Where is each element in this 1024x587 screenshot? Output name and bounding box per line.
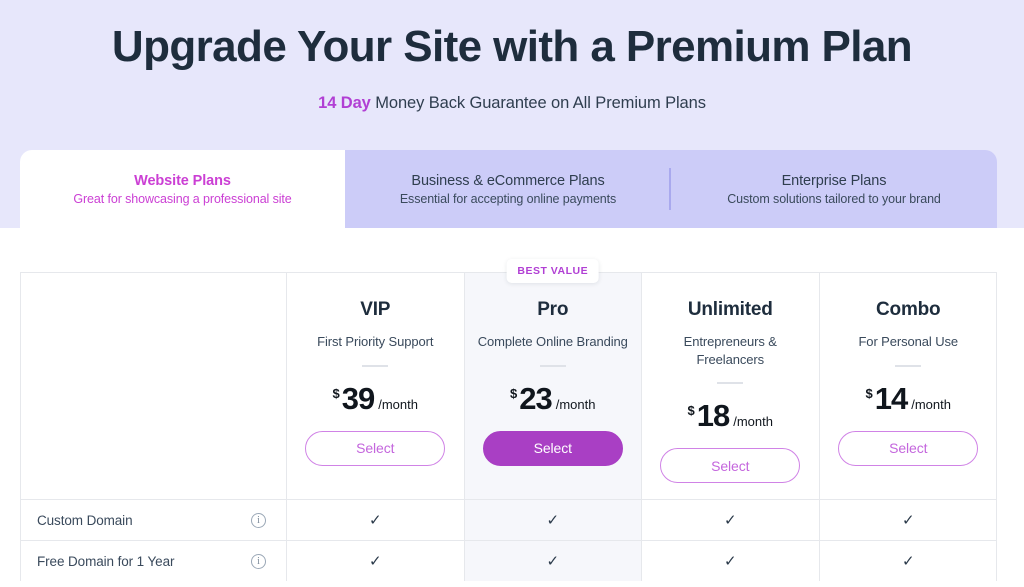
tab-enterprise-plans-title: Enterprise Plans (781, 172, 887, 189)
tab-website-plans-description: Great for showcasing a professional site (73, 191, 292, 206)
plan-category-tabs: Website Plans Great for showcasing a pro… (20, 150, 997, 228)
price-currency: $ (687, 403, 695, 419)
guarantee-subtitle: 14 Day Money Back Guarantee on All Premi… (0, 94, 1024, 113)
plan-description-vip: First Priority Support (317, 334, 434, 349)
check-icon: ✓ (368, 552, 382, 570)
check-icon: ✓ (723, 511, 737, 529)
plan-description-combo: For Personal Use (858, 334, 959, 349)
feature-label-cell: Free Domain for 1 Year i (21, 540, 287, 581)
price-amount: 18 (696, 398, 730, 434)
price-amount: 39 (341, 380, 375, 416)
price-amount: 14 (874, 380, 908, 416)
plan-column-vip: VIP First Priority Support $ 39 /month S… (287, 273, 465, 499)
tab-enterprise-plans-description: Custom solutions tailored to your brand (727, 191, 941, 206)
plan-divider (717, 382, 744, 385)
plan-divider (362, 364, 389, 367)
plan-name-combo: Combo (876, 299, 941, 320)
plan-column-pro: BEST VALUE Pro Complete Online Branding … (464, 259, 642, 499)
feature-name: Free Domain for 1 Year (37, 553, 175, 569)
pricing-table: VIP First Priority Support $ 39 /month S… (20, 259, 998, 581)
tab-enterprise-plans[interactable]: Enterprise Plans Custom solutions tailor… (671, 150, 997, 228)
feature-label-cell: Custom Domain i (21, 499, 287, 540)
feature-value-combo: ✓ (819, 540, 997, 581)
info-icon[interactable]: i (251, 512, 266, 528)
plan-description-unlimited: Entrepreneurs & Freelancers (683, 334, 777, 367)
price-amount: 23 (519, 380, 552, 416)
select-button-vip[interactable]: Select (305, 430, 446, 466)
plan-divider (895, 364, 922, 367)
check-icon: ✓ (901, 552, 915, 570)
feature-name: Custom Domain (37, 512, 133, 528)
tab-business-ecommerce-plans-title: Business & eCommerce Plans (411, 172, 605, 189)
check-icon: ✓ (546, 552, 560, 570)
plan-column-unlimited: Unlimited Entrepreneurs & Freelancers $ … (642, 273, 820, 499)
feature-value-pro: ✓ (464, 499, 642, 540)
price-currency: $ (510, 385, 518, 401)
price-period: /month (911, 396, 951, 412)
tab-website-plans-title: Website Plans (134, 172, 231, 189)
page-title: Upgrade Your Site with a Premium Plan (111, 22, 913, 71)
select-button-pro[interactable]: Select (482, 430, 623, 466)
price-period: /month (555, 396, 596, 412)
plan-price-combo: $ 14 /month (866, 381, 951, 417)
price-period: /month (378, 396, 418, 412)
price-currency: $ (865, 385, 873, 401)
pricing-header-row: VIP First Priority Support $ 39 /month S… (21, 259, 998, 499)
select-button-unlimited[interactable]: Select (660, 448, 801, 484)
feature-value-vip: ✓ (287, 499, 465, 540)
plan-price-pro: $ 23 /month (510, 381, 595, 417)
plan-name-vip: VIP (360, 299, 391, 320)
feature-value-unlimited: ✓ (642, 540, 820, 581)
plan-name-unlimited: Unlimited (687, 299, 773, 320)
feature-value-combo: ✓ (819, 499, 997, 540)
check-icon: ✓ (723, 552, 737, 570)
pricing-table-corner-cell (21, 273, 287, 499)
plan-divider (539, 364, 566, 367)
check-icon: ✓ (546, 511, 560, 529)
plan-description-pro: Complete Online Branding (477, 334, 628, 349)
feature-value-unlimited: ✓ (642, 499, 820, 540)
tab-website-plans[interactable]: Website Plans Great for showcasing a pro… (20, 150, 345, 228)
price-currency: $ (332, 385, 340, 401)
plan-price-unlimited: $ 18 /month (688, 398, 773, 434)
feature-value-pro: ✓ (464, 540, 642, 581)
plan-name-pro: Pro (537, 299, 569, 320)
plan-column-combo: Combo For Personal Use $ 14 /month Selec… (820, 273, 998, 499)
guarantee-text: Money Back Guarantee on All Premium Plan… (370, 94, 706, 112)
select-button-combo[interactable]: Select (838, 430, 979, 466)
check-icon: ✓ (368, 511, 382, 529)
best-value-badge: BEST VALUE (506, 259, 600, 283)
check-icon: ✓ (901, 511, 915, 529)
price-period: /month (733, 414, 773, 430)
info-icon[interactable]: i (251, 553, 266, 569)
plan-price-vip: $ 39 /month (333, 381, 418, 417)
tab-business-ecommerce-plans-description: Essential for accepting online payments (399, 191, 617, 206)
feature-row-custom-domain: Custom Domain i ✓ ✓ ✓ ✓ (21, 499, 997, 540)
tab-business-ecommerce-plans[interactable]: Business & eCommerce Plans Essential for… (345, 150, 671, 228)
feature-row-free-domain-for-1-year: Free Domain for 1 Year i ✓ ✓ ✓ ✓ (21, 540, 997, 581)
guarantee-days: 14 Day (318, 94, 371, 112)
feature-value-vip: ✓ (287, 540, 465, 581)
